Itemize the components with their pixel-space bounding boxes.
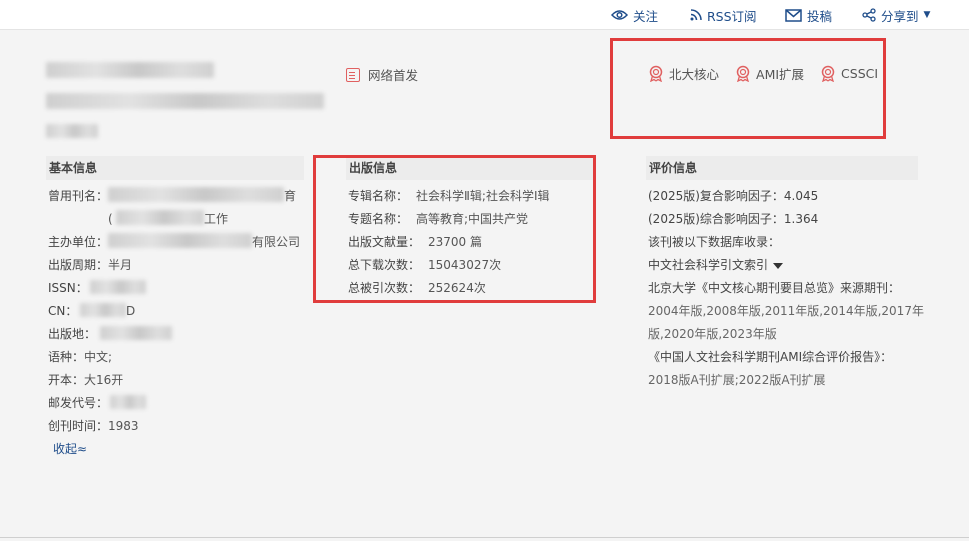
highlight-box-tags	[610, 38, 886, 139]
caret-down-icon	[773, 262, 784, 269]
pku-core-label: 北京大学《中文核心期刊要目总览》来源期刊：	[648, 281, 901, 295]
ami-report-label: 《中国人文社会科学期刊AMI综合评价报告》：	[648, 350, 893, 364]
database-dropdown[interactable]: 中文社会科学引文索引	[648, 256, 784, 274]
follow-button[interactable]: 关注	[611, 6, 658, 24]
database-dropdown-value: 中文社会科学引文索引	[648, 258, 769, 272]
basic-info-heading: 基本信息	[46, 156, 304, 180]
former-name-redacted-2	[116, 210, 204, 225]
cn-tail: D	[126, 304, 136, 318]
cycle-value: 半月	[108, 258, 133, 272]
ami-report-value: 2018版A刊扩展;2022版A刊扩展	[648, 373, 826, 387]
former-name-tail-2: 工作	[204, 212, 229, 226]
place-row: 出版地：	[48, 327, 97, 341]
sponsor-tail: 有限公司	[252, 235, 301, 249]
format-value: 大16开	[84, 373, 124, 387]
mail-icon	[785, 8, 802, 22]
comprehensive-impact-factor: (2025版)综合影响因子：1.364	[648, 212, 819, 226]
journal-subtitle-redacted	[46, 93, 324, 109]
former-name-second-line: (	[108, 212, 113, 226]
highlight-box-publication	[313, 155, 596, 303]
journal-title-redacted	[46, 62, 214, 78]
network-first-badge[interactable]: 网络首发	[346, 65, 418, 84]
issn-redacted	[90, 280, 146, 294]
collapse-link[interactable]: 收起≈	[53, 440, 87, 457]
composite-impact-factor: (2025版)复合影响因子：4.045	[648, 189, 819, 203]
issn-row: ISSN：	[48, 281, 88, 295]
bottom-divider	[0, 537, 969, 538]
follow-label: 关注	[633, 8, 659, 24]
sponsor-label: 主办单位：	[48, 235, 109, 249]
sponsor-row: 主办单位：	[48, 233, 108, 251]
cycle-row: 出版周期：半月	[48, 258, 133, 272]
caret-down-icon: ▼	[923, 10, 931, 20]
pku-core-years-line1: 2004年版,2008年版,2011年版,2014年版,2017年	[648, 304, 924, 318]
cn-redacted	[80, 303, 126, 317]
rss-label: RSS订阅	[707, 8, 757, 24]
share-label: 分享到	[881, 8, 919, 24]
founded-value: 1983	[108, 419, 139, 433]
postal-code-row: 邮发代号：	[48, 396, 109, 410]
rss-subscribe-button[interactable]: RSS订阅	[690, 6, 757, 24]
founded-row: 创刊时间：1983	[48, 419, 139, 433]
cn-row: CN：	[48, 304, 78, 318]
network-first-label: 网络首发	[368, 68, 419, 83]
share-dropdown[interactable]: 分享到 ▼	[862, 6, 930, 24]
former-name-redacted	[108, 187, 284, 202]
document-icon	[346, 67, 360, 82]
language-row: 语种：中文;	[48, 350, 113, 364]
former-name-tail: 育	[284, 189, 297, 203]
evaluation-info-heading: 评价信息	[646, 156, 918, 180]
pku-core-years-line2: 版,2020年版,2023年版	[648, 327, 777, 341]
former-name-row: 曾用刊名：	[48, 187, 108, 205]
format-row: 开本：大16开	[48, 373, 124, 387]
language-value: 中文;	[84, 350, 113, 364]
top-toolbar: 关注 RSS订阅 投稿 分享到 ▼	[0, 0, 969, 30]
share-icon	[862, 8, 876, 22]
sponsor-redacted	[108, 233, 252, 248]
submit-manuscript-button[interactable]: 投稿	[785, 6, 832, 24]
journal-extra-redacted	[46, 124, 98, 138]
place-redacted	[100, 326, 172, 340]
postal-code-redacted	[110, 395, 146, 409]
submit-label: 投稿	[807, 8, 833, 24]
rss-icon	[690, 9, 702, 21]
former-name-label: 曾用刊名：	[48, 189, 109, 203]
eye-icon	[611, 10, 628, 20]
database-label: 该刊被以下数据库收录：	[648, 235, 781, 249]
